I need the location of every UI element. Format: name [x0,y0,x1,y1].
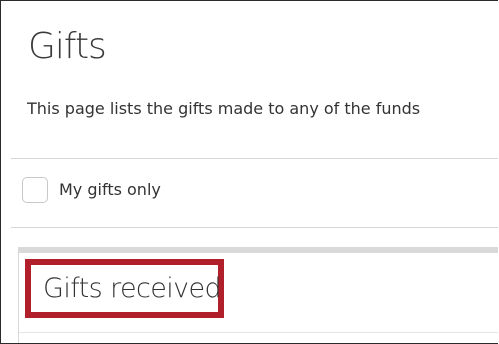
page-title: Gifts [28,26,107,67]
gifts-received-highlight: Gifts received [25,259,224,318]
gifts-received-panel: Gifts received [18,247,498,343]
my-gifts-filter[interactable]: My gifts only [22,175,161,205]
page-description: This page lists the gifts made to any of… [27,99,421,118]
gifts-received-title: Gifts received [43,272,222,304]
filter-divider [11,227,498,228]
panel-header-rule [19,332,498,333]
my-gifts-only-label[interactable]: My gifts only [59,179,161,201]
my-gifts-only-checkbox[interactable] [22,177,48,203]
page-container: Gifts This page lists the gifts made to … [0,0,498,344]
header-divider [11,158,498,159]
